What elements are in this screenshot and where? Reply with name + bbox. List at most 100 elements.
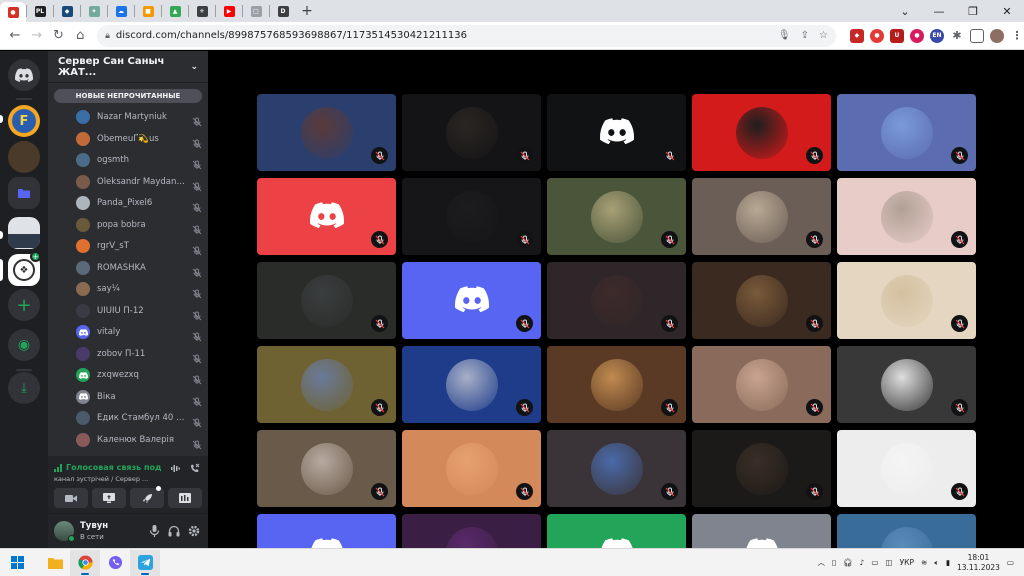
maximize-button[interactable]: ❐ [956, 5, 990, 18]
battery-icon[interactable]: ▮ [946, 558, 950, 567]
extension-pink-icon[interactable]: ● [909, 28, 924, 43]
device-icon[interactable]: ▯ [832, 558, 836, 567]
participant-tile[interactable] [402, 430, 541, 507]
browser-tab[interactable]: ◆ [54, 2, 80, 20]
extensions-puzzle-icon[interactable]: ✱ [950, 29, 964, 43]
participant-tile[interactable] [692, 262, 831, 339]
server-folder[interactable] [8, 177, 40, 209]
participant-tile[interactable] [257, 94, 396, 171]
voice-member-item[interactable]: UIUIU П-12 [76, 301, 202, 321]
reload-button[interactable]: ↻ [48, 28, 70, 43]
explore-servers-button[interactable]: ◉ [8, 329, 40, 361]
participant-tile[interactable] [257, 430, 396, 507]
voice-member-item[interactable]: Nazar Martyniuk [76, 107, 202, 127]
direct-messages-button[interactable] [8, 59, 40, 91]
headset-tray-icon[interactable]: 🎧︎ [843, 558, 853, 567]
server-icon-f[interactable]: F [8, 105, 40, 137]
noise-suppression-icon[interactable] [170, 463, 181, 474]
disconnect-icon[interactable] [189, 463, 200, 474]
voice-member-item[interactable]: popa bobra [76, 215, 202, 235]
gear-icon[interactable] [188, 525, 200, 537]
system-clock[interactable]: 18:01 13.11.2023 [957, 553, 1000, 573]
participant-tile[interactable] [257, 346, 396, 423]
browser-tab[interactable]: ⚜ [189, 2, 215, 20]
voice-member-item[interactable]: rgrV_sT [76, 236, 202, 256]
server-header[interactable]: Сервер Сан Саныч ЖАТ... ⌄ [48, 51, 208, 83]
participant-tile[interactable] [837, 430, 976, 507]
participant-tile[interactable] [547, 514, 686, 548]
voice-member-item[interactable]: ObemeuҐ💫us [76, 129, 202, 149]
voice-member-item[interactable]: ogsmth [76, 150, 202, 170]
wifi-tray-icon[interactable]: ≋ [921, 558, 927, 567]
voice-member-item[interactable]: Panda_Pixel6 [76, 193, 202, 213]
profile-avatar[interactable] [989, 28, 1004, 43]
browser-tab[interactable]: ▲ [162, 2, 188, 20]
activities-button[interactable] [130, 486, 164, 508]
back-button[interactable]: ← [4, 28, 26, 43]
participant-tile[interactable] [837, 94, 976, 171]
participant-tile[interactable] [257, 178, 396, 255]
participant-tile[interactable] [692, 514, 831, 548]
voice-member-item[interactable]: Каленюк Валерія [76, 430, 202, 450]
sound-tray-icon[interactable]: ♪ [860, 558, 865, 567]
extension-red-icon[interactable]: ● [869, 28, 884, 43]
taskbar-viber[interactable] [100, 550, 130, 576]
voice-member-item[interactable]: Віка [76, 387, 202, 407]
server-icon-ship[interactable] [8, 217, 40, 249]
participant-tile[interactable] [692, 94, 831, 171]
browser-tab[interactable]: PL [27, 2, 53, 20]
home-button[interactable]: ⌂ [69, 28, 91, 43]
bookmark-star-icon[interactable]: ☆ [819, 30, 828, 41]
browser-tab[interactable]: ■ [135, 2, 161, 20]
server-icon-character[interactable] [8, 141, 40, 173]
screen-share-button[interactable] [92, 488, 126, 508]
tab-search-icon[interactable]: ⌄ [888, 5, 922, 18]
browser-tab[interactable]: ☁ [108, 2, 134, 20]
participant-tile[interactable] [547, 346, 686, 423]
participant-tile[interactable] [402, 346, 541, 423]
language-indicator[interactable]: УКР [900, 558, 914, 567]
participant-tile[interactable] [402, 262, 541, 339]
extension-ublock-icon[interactable]: ◆ [849, 28, 864, 43]
battery-tray-icon[interactable]: ▭ [871, 558, 878, 567]
extension-translate-icon[interactable]: EN [929, 28, 944, 43]
start-button[interactable] [2, 550, 32, 576]
extension-u-icon[interactable]: U [889, 28, 904, 43]
add-server-button[interactable]: + [8, 289, 40, 321]
participant-tile[interactable] [547, 94, 686, 171]
participant-tile[interactable] [402, 94, 541, 171]
volume-tray-icon[interactable]: 🔈︎ [934, 558, 939, 568]
close-window-button[interactable]: ✕ [990, 5, 1024, 18]
browser-tab[interactable]: ▶ [216, 2, 242, 20]
voice-member-item[interactable]: vitaly [76, 322, 202, 342]
voice-channel-link[interactable]: канал зустрічей / Сервер ... [54, 475, 148, 483]
new-unreads-button[interactable]: НОВЫЕ НЕПРОЧИТАННЫЕ [54, 89, 202, 103]
participant-tile[interactable] [402, 514, 541, 548]
participant-tile[interactable] [837, 262, 976, 339]
microphone-icon[interactable] [149, 525, 160, 537]
participant-tile[interactable] [692, 430, 831, 507]
participant-tile[interactable] [547, 262, 686, 339]
side-panel-icon[interactable] [969, 28, 984, 43]
show-hidden-icons[interactable]: ︿ [817, 557, 825, 568]
network-tray-icon[interactable]: ◫ [886, 558, 893, 567]
participant-tile[interactable] [547, 178, 686, 255]
participant-tile[interactable] [692, 178, 831, 255]
participant-tile[interactable] [257, 514, 396, 548]
taskbar-telegram[interactable] [130, 549, 160, 576]
voice-member-item[interactable]: zxqwezxq [76, 365, 202, 385]
participant-tile[interactable] [547, 430, 686, 507]
address-bar[interactable]: 🔒︎ discord.com/channels/8998757685936988… [97, 24, 836, 47]
headphones-icon[interactable] [168, 525, 180, 537]
voice-member-item[interactable]: Oleksandr Maydani... [76, 172, 202, 192]
browser-tab[interactable]: ● [0, 2, 26, 22]
browser-tab[interactable]: ✦ [81, 2, 107, 20]
new-tab-button[interactable]: + [296, 2, 318, 20]
taskbar-file-explorer[interactable] [40, 550, 70, 576]
download-apps-button[interactable]: ⤓ [8, 372, 40, 404]
share-icon[interactable]: ⇪ [801, 30, 809, 41]
microphone-icon[interactable]: 🎙︎ [778, 30, 791, 41]
browser-menu-icon[interactable]: ⋮ [1010, 29, 1024, 43]
participant-tile[interactable] [402, 178, 541, 255]
browser-tab[interactable]: □ [243, 2, 269, 20]
